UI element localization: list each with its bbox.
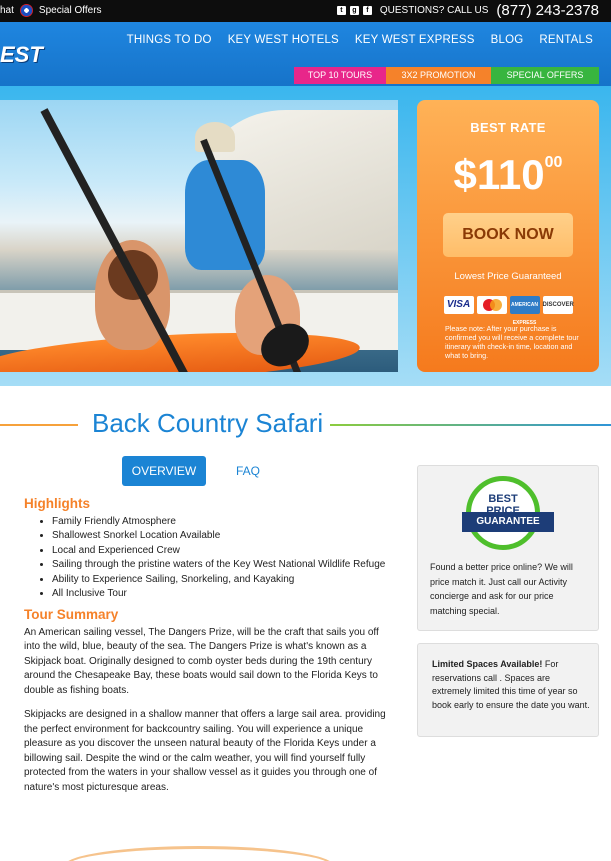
price-dollars: $110: [453, 151, 545, 198]
promo-top-10-tours[interactable]: TOP 10 TOURS: [294, 67, 386, 84]
topbar-left: hat Special Offers: [0, 4, 102, 17]
site-logo[interactable]: EST: [0, 42, 43, 68]
topbar-right: t g f QUESTIONS? CALL US (877) 243-2378: [336, 2, 599, 19]
content-tabs: OVERVIEW FAQ: [122, 456, 290, 486]
mastercard-icon: [476, 296, 507, 314]
promo-tabs: TOP 10 TOURS 3X2 PROMOTION SPECIAL OFFER…: [294, 67, 599, 84]
title-line-left: [0, 424, 78, 426]
photo-guide-hat: [195, 122, 235, 152]
limited-spaces-text: Limited Spaces Available! For reservatio…: [432, 658, 590, 712]
special-offers-link[interactable]: Special Offers: [39, 5, 102, 16]
best-rate-label: BEST RATE: [470, 120, 546, 135]
title-line-right: [330, 424, 611, 426]
twitter-icon[interactable]: t: [336, 6, 346, 15]
top-bar: hat Special Offers t g f QUESTIONS? CALL…: [0, 0, 611, 22]
tab-overview[interactable]: OVERVIEW: [122, 456, 206, 486]
limited-spaces-box: Limited Spaces Available! For reservatio…: [417, 643, 599, 737]
main-nav: EST THINGS TO DO KEY WEST HOTELS KEY WES…: [0, 22, 611, 86]
tour-photo: [0, 100, 398, 372]
seal-best: BEST: [488, 493, 518, 505]
amex-card-icon: AMERICAN EXPRESS: [509, 296, 540, 326]
list-item: All Inclusive Tour: [52, 587, 392, 602]
promo-3x2[interactable]: 3X2 PROMOTION: [386, 67, 491, 84]
price: $11000: [417, 139, 599, 199]
visa-card-icon: VISA: [443, 296, 474, 314]
purchase-note: Please note: After your purchase is conf…: [445, 324, 579, 360]
summary-paragraph-2: Skipjacks are designed in a shallow mann…: [24, 709, 386, 793]
overview-content: Highlights Family Friendly Atmosphere Sh…: [24, 496, 392, 805]
flag-icon: [19, 4, 33, 17]
price-cents: 00: [544, 154, 563, 171]
nav-rentals[interactable]: RENTALS: [539, 34, 593, 46]
nav-blog[interactable]: BLOG: [491, 34, 524, 46]
googleplus-icon[interactable]: g: [349, 6, 359, 15]
page-title-bar: Back Country Safari: [0, 404, 611, 444]
price-guarantee-box: BEST PRICE GUARANTEE Found a better pric…: [417, 465, 599, 631]
payment-cards: VISA AMERICAN EXPRESS DISCOVER: [417, 296, 599, 326]
highlights-heading: Highlights: [24, 496, 90, 511]
phone-number-link[interactable]: (877) 243-2378: [496, 2, 599, 19]
promo-special-offers[interactable]: SPECIAL OFFERS: [491, 67, 599, 84]
guarantee-ribbon: GUARANTEE: [462, 512, 554, 532]
discover-card-icon: DISCOVER: [542, 296, 574, 314]
tab-faq[interactable]: FAQ: [206, 456, 290, 486]
bottom-decorative-arc: [64, 846, 334, 861]
hero-section: BEST RATE $11000 BOOK NOW Lowest Price G…: [0, 86, 611, 386]
list-item: Ability to Experience Sailing, Snorkelin…: [52, 573, 392, 588]
list-item: Shallowest Snorkel Location Available: [52, 529, 392, 544]
highlights-list: Family Friendly Atmosphere Shallowest Sn…: [52, 515, 392, 603]
questions-label: QUESTIONS? CALL US: [379, 5, 489, 16]
nav-key-west-express[interactable]: KEY WEST EXPRESS: [355, 34, 475, 46]
facebook-icon[interactable]: f: [362, 6, 372, 15]
tour-summary-heading: Tour Summary: [24, 607, 119, 623]
nav-links: THINGS TO DO KEY WEST HOTELS KEY WEST EX…: [127, 34, 593, 46]
summary-paragraph-1: An American sailing vessel, The Dangers …: [24, 626, 379, 696]
list-item: Sailing through the pristine waters of t…: [52, 558, 392, 573]
nav-key-west-hotels[interactable]: KEY WEST HOTELS: [228, 34, 339, 46]
limited-spaces-title: Limited Spaces Available!: [432, 659, 543, 669]
list-item: Family Friendly Atmosphere: [52, 515, 392, 530]
rate-box: BEST RATE $11000 BOOK NOW Lowest Price G…: [417, 100, 599, 372]
topbar-chat-link[interactable]: hat: [0, 5, 14, 16]
book-now-button[interactable]: BOOK NOW: [443, 213, 573, 257]
price-match-text: Found a better price online? We will pri…: [430, 562, 573, 616]
nav-things-to-do[interactable]: THINGS TO DO: [127, 34, 212, 46]
lowest-price-guarantee: Lowest Price Guaranteed: [454, 271, 562, 282]
list-item: Local and Experienced Crew: [52, 544, 392, 559]
page-title: Back Country Safari: [92, 408, 324, 438]
